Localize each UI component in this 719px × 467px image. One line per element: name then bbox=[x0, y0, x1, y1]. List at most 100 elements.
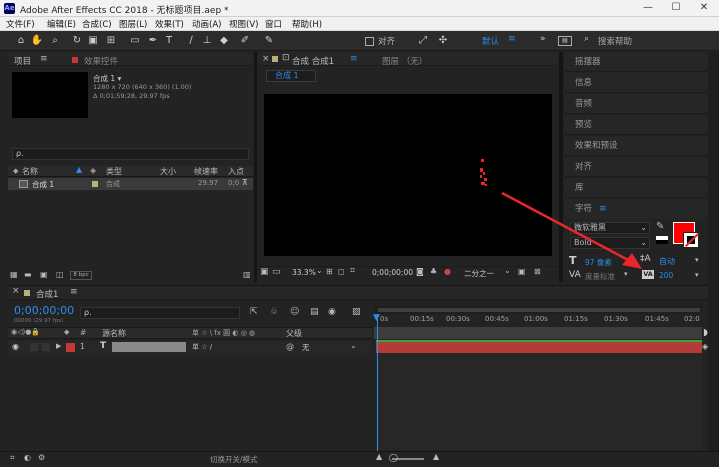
lock-icon[interactable]: ⊡ bbox=[282, 53, 290, 63]
viewer-timecode[interactable]: 0;00;00;00 bbox=[372, 268, 413, 277]
camera-tool-icon[interactable]: ▣ bbox=[86, 34, 100, 48]
pan-behind-tool-icon[interactable]: ⊞ bbox=[104, 34, 118, 48]
menu-layer[interactable]: 图层(L) bbox=[119, 18, 147, 30]
snap-icon[interactable]: ⤢ bbox=[416, 34, 430, 48]
snap-options-icon[interactable]: ✣ bbox=[436, 34, 450, 48]
zoom-out-icon[interactable]: ▲ bbox=[376, 452, 382, 461]
hand-tool-icon[interactable]: ✋ bbox=[30, 34, 44, 48]
zoom-in-icon[interactable]: ▲ bbox=[433, 452, 439, 461]
workspace-default[interactable]: 默认 bbox=[482, 35, 499, 47]
draft-3d-icon[interactable]: ♧ bbox=[270, 307, 278, 317]
show-snapshot-icon[interactable]: ♣ bbox=[430, 267, 437, 276]
trash-icon[interactable]: ▥ bbox=[243, 270, 251, 279]
tracking-value[interactable]: 200 bbox=[659, 271, 673, 280]
layer-switches[interactable]: 单 ☆ / bbox=[192, 342, 212, 352]
expand-in-out-icon[interactable]: ⚙ bbox=[38, 453, 45, 462]
color-channels-icon[interactable]: ● bbox=[444, 267, 451, 276]
column-in-point[interactable]: 入点 bbox=[228, 166, 244, 177]
mask-icon[interactable]: ◻ bbox=[338, 267, 345, 276]
preview-icon[interactable]: ▣ bbox=[260, 267, 269, 277]
column-frame-rate[interactable]: 帧速率 bbox=[194, 166, 218, 177]
audio-toggle[interactable] bbox=[30, 343, 38, 351]
camera-snapshot-icon[interactable]: ◙ bbox=[416, 267, 424, 276]
right-scrollbar[interactable] bbox=[708, 52, 719, 452]
pickwhip-icon[interactable]: @ bbox=[286, 342, 294, 351]
leading-value[interactable]: 自动 bbox=[659, 256, 675, 267]
eraser-tool-icon[interactable]: ◆ bbox=[217, 34, 231, 48]
zoom-tool-icon[interactable]: ⌕ bbox=[48, 34, 62, 48]
workspace-panel-icon[interactable]: ▤ bbox=[558, 36, 572, 46]
layer-duration-bar[interactable] bbox=[376, 342, 702, 353]
type-tool-icon[interactable]: T bbox=[162, 34, 176, 48]
timeline-menu-icon[interactable]: ≡ bbox=[70, 287, 78, 297]
zoom-dropdown-chevron-icon[interactable]: ⌄ bbox=[316, 266, 323, 275]
column-type[interactable]: 类型 bbox=[106, 166, 122, 177]
column-size[interactable]: 大小 bbox=[160, 166, 176, 177]
rotate-tool-icon[interactable]: ↻ bbox=[70, 34, 84, 48]
bpc-button[interactable]: 8 bpc bbox=[70, 271, 92, 280]
expand-layer-icon[interactable]: ▶ bbox=[56, 342, 61, 350]
label-color-swatch[interactable] bbox=[92, 181, 98, 187]
roto-brush-tool-icon[interactable]: ✐ bbox=[238, 34, 252, 48]
tab-timeline-comp[interactable]: 合成1 bbox=[36, 288, 58, 300]
workspace-more-icon[interactable]: » bbox=[540, 34, 546, 44]
minimize-button[interactable]: — bbox=[634, 0, 662, 16]
leading-chevron-icon[interactable]: ▾ bbox=[695, 256, 699, 264]
workspace-menu-icon[interactable]: ≡ bbox=[508, 34, 516, 44]
project-search-input[interactable]: ρ. bbox=[12, 148, 249, 160]
comp-mini-flowchart-icon[interactable]: ⇱ bbox=[250, 307, 258, 317]
zoom-slider-handle-icon[interactable]: ◯ bbox=[389, 453, 398, 462]
new-composition-icon[interactable]: ▣ bbox=[40, 270, 48, 279]
panel-info[interactable]: 信息 bbox=[565, 73, 707, 93]
shy-layers-icon[interactable]: ☺ bbox=[290, 307, 299, 317]
solo-toggle[interactable] bbox=[42, 343, 50, 351]
motion-blur-icon[interactable]: ◉ bbox=[328, 307, 336, 317]
layer-name-field[interactable] bbox=[112, 342, 186, 352]
menu-help[interactable]: 帮助(H) bbox=[292, 18, 322, 30]
comp-breadcrumb[interactable]: 合成 1 bbox=[266, 70, 316, 82]
rectangle-tool-icon[interactable]: ▭ bbox=[128, 34, 142, 48]
menu-window[interactable]: 窗口 bbox=[265, 18, 282, 30]
interpret-footage-icon[interactable]: ▦ bbox=[10, 270, 18, 279]
toggle-switches-modes-button[interactable]: 切换开关/模式 bbox=[210, 454, 258, 465]
home-icon[interactable]: ⌂ bbox=[14, 34, 28, 48]
new-folder-icon[interactable]: ▬ bbox=[24, 270, 32, 279]
zoom-dropdown[interactable]: 33.3% bbox=[292, 268, 316, 277]
search-help-input[interactable]: 搜索帮助 bbox=[598, 35, 632, 47]
project-settings-icon[interactable]: ◫ bbox=[56, 270, 64, 279]
playhead-handle-icon[interactable]: ▼ bbox=[373, 313, 380, 323]
stroke-color-swatch[interactable] bbox=[683, 232, 700, 248]
maximize-button[interactable]: ☐ bbox=[662, 0, 690, 16]
display-icon[interactable]: ▭ bbox=[272, 267, 281, 277]
tab-layer[interactable]: 图层 （无） bbox=[382, 55, 427, 67]
menu-edit[interactable]: 编辑(E) bbox=[47, 18, 76, 30]
composition-marker-icon[interactable]: ◈ bbox=[702, 342, 708, 351]
pen-tool-icon[interactable]: ✒ bbox=[146, 34, 160, 48]
tab-effect-controls[interactable]: 效果控件 bbox=[84, 55, 118, 67]
column-parent[interactable]: 父级 bbox=[286, 328, 302, 339]
graph-editor-icon[interactable]: ▨ bbox=[352, 307, 361, 317]
project-menu-icon[interactable]: ≡ bbox=[40, 54, 48, 64]
frame-blending-icon[interactable]: ▤ bbox=[310, 307, 319, 317]
puppet-tool-icon[interactable]: ✎ bbox=[262, 34, 276, 48]
layer-label-color[interactable] bbox=[66, 343, 75, 352]
expand-transfer-controls-icon[interactable]: ◐ bbox=[24, 453, 31, 462]
brush-tool-icon[interactable]: ∕ bbox=[184, 34, 198, 48]
close-tab-icon[interactable]: × bbox=[262, 54, 270, 64]
tab-project[interactable]: 项目 bbox=[14, 55, 31, 67]
tracking-chevron-icon[interactable]: ▾ bbox=[695, 271, 699, 279]
eye-visibility-icon[interactable]: ◉ bbox=[12, 342, 19, 351]
close-button[interactable]: ✕ bbox=[690, 0, 718, 16]
close-timeline-tab-icon[interactable]: × bbox=[12, 286, 20, 296]
parent-dropdown[interactable]: 无 bbox=[302, 342, 310, 353]
table-row[interactable] bbox=[8, 341, 372, 353]
column-name[interactable]: 名称 bbox=[22, 166, 38, 177]
panel-audio[interactable]: 音频 bbox=[565, 94, 707, 114]
comp-menu-icon[interactable]: ≡ bbox=[350, 54, 358, 64]
render-icon[interactable]: ⌗ bbox=[10, 453, 15, 463]
menu-view[interactable]: 视图(V) bbox=[229, 18, 258, 30]
panel-align[interactable]: 对齐 bbox=[565, 157, 707, 177]
timeline-search-input[interactable]: ρ. bbox=[80, 307, 240, 319]
menu-file[interactable]: 文件(F) bbox=[6, 18, 35, 30]
parent-chevron-icon[interactable]: ⌄ bbox=[350, 341, 357, 350]
